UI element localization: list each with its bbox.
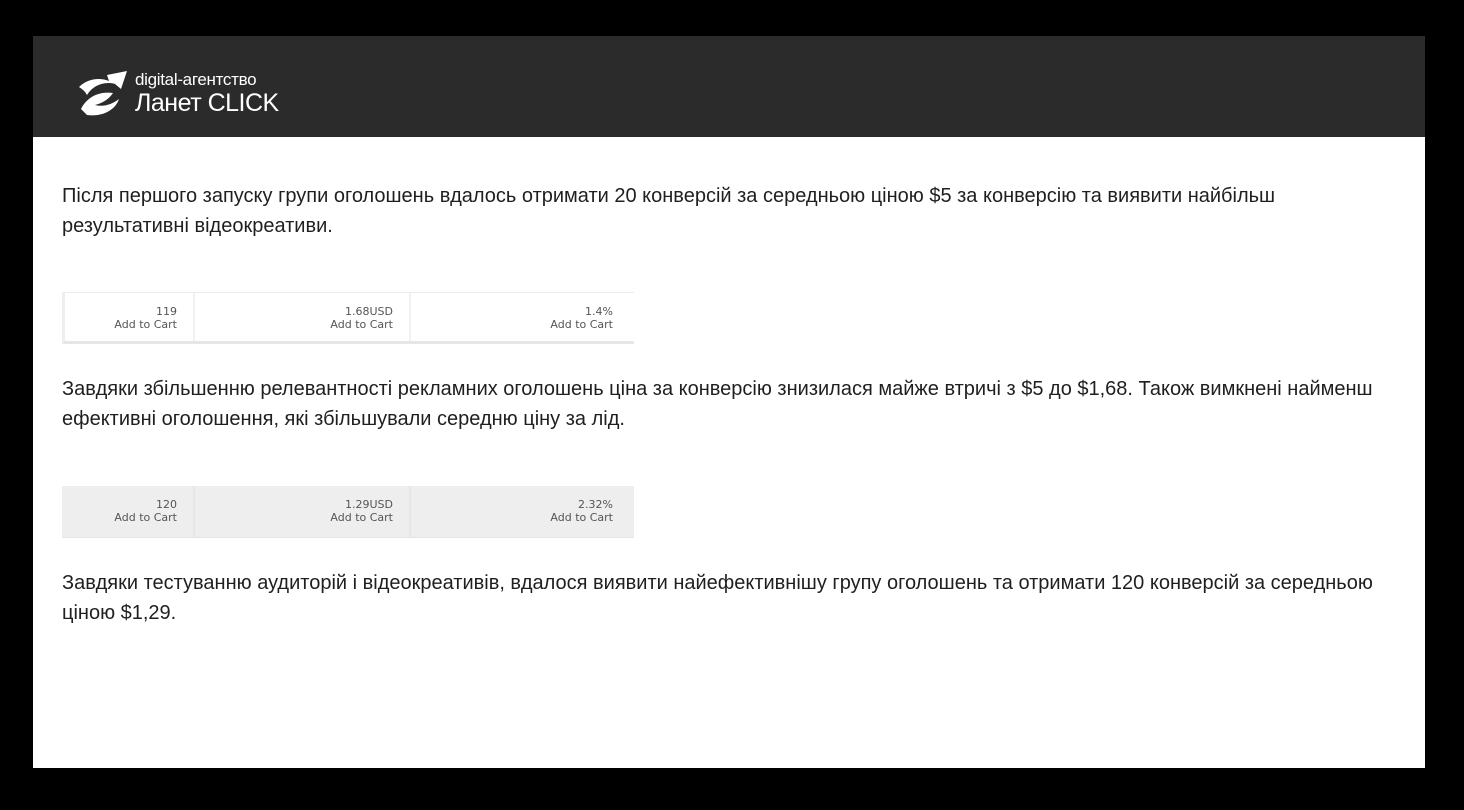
stats-cell-results: 120 Add to Cart	[62, 486, 195, 537]
paragraph-testing: Завдяки тестуванню аудиторій і відеокреа…	[62, 572, 1373, 624]
stats-cell-cost: 1.68USD Add to Cart	[195, 293, 411, 341]
site-header: digital-агентство Ланет CLICK	[33, 36, 1425, 137]
stats-label: Add to Cart	[330, 511, 393, 524]
paragraph-relevance: Завдяки збільшенню релевантності рекламн…	[62, 378, 1373, 430]
logo[interactable]: digital-агентство Ланет CLICK	[77, 69, 279, 117]
stats-value: 119	[156, 305, 177, 318]
logo-text: digital-агентство Ланет CLICK	[135, 70, 279, 116]
logo-title: Ланет CLICK	[135, 89, 279, 117]
stats-value: 1.29USD	[345, 498, 393, 511]
stats-value: 1.68USD	[345, 305, 393, 318]
stats-table-2: 120 Add to Cart 1.29USD Add to Cart 2.32…	[62, 486, 634, 538]
stats-cell-rate: 1.4% Add to Cart	[411, 293, 634, 341]
stats-label: Add to Cart	[114, 511, 177, 524]
stats-table-1: 119 Add to Cart 1.68USD Add to Cart 1.4%…	[62, 292, 634, 344]
stats-value: 120	[156, 498, 177, 511]
stats-cell-cost: 1.29USD Add to Cart	[195, 486, 411, 537]
stats-cell-rate: 2.32% Add to Cart	[411, 486, 634, 537]
paragraph-first-launch: Після першого запуску групи оголошень вд…	[62, 185, 1276, 237]
article-frame: digital-агентство Ланет CLICK Після перш…	[33, 36, 1425, 768]
stats-label: Add to Cart	[550, 511, 613, 524]
stats-label: Add to Cart	[550, 318, 613, 331]
stats-cell-results: 119 Add to Cart	[65, 293, 195, 341]
swoosh-arrow-icon	[79, 71, 127, 116]
stats-label: Add to Cart	[330, 318, 393, 331]
stats-label: Add to Cart	[114, 318, 177, 331]
stats-value: 2.32%	[578, 498, 613, 511]
stats-value: 1.4%	[585, 305, 613, 318]
logo-subtitle: digital-агентство	[135, 70, 257, 89]
